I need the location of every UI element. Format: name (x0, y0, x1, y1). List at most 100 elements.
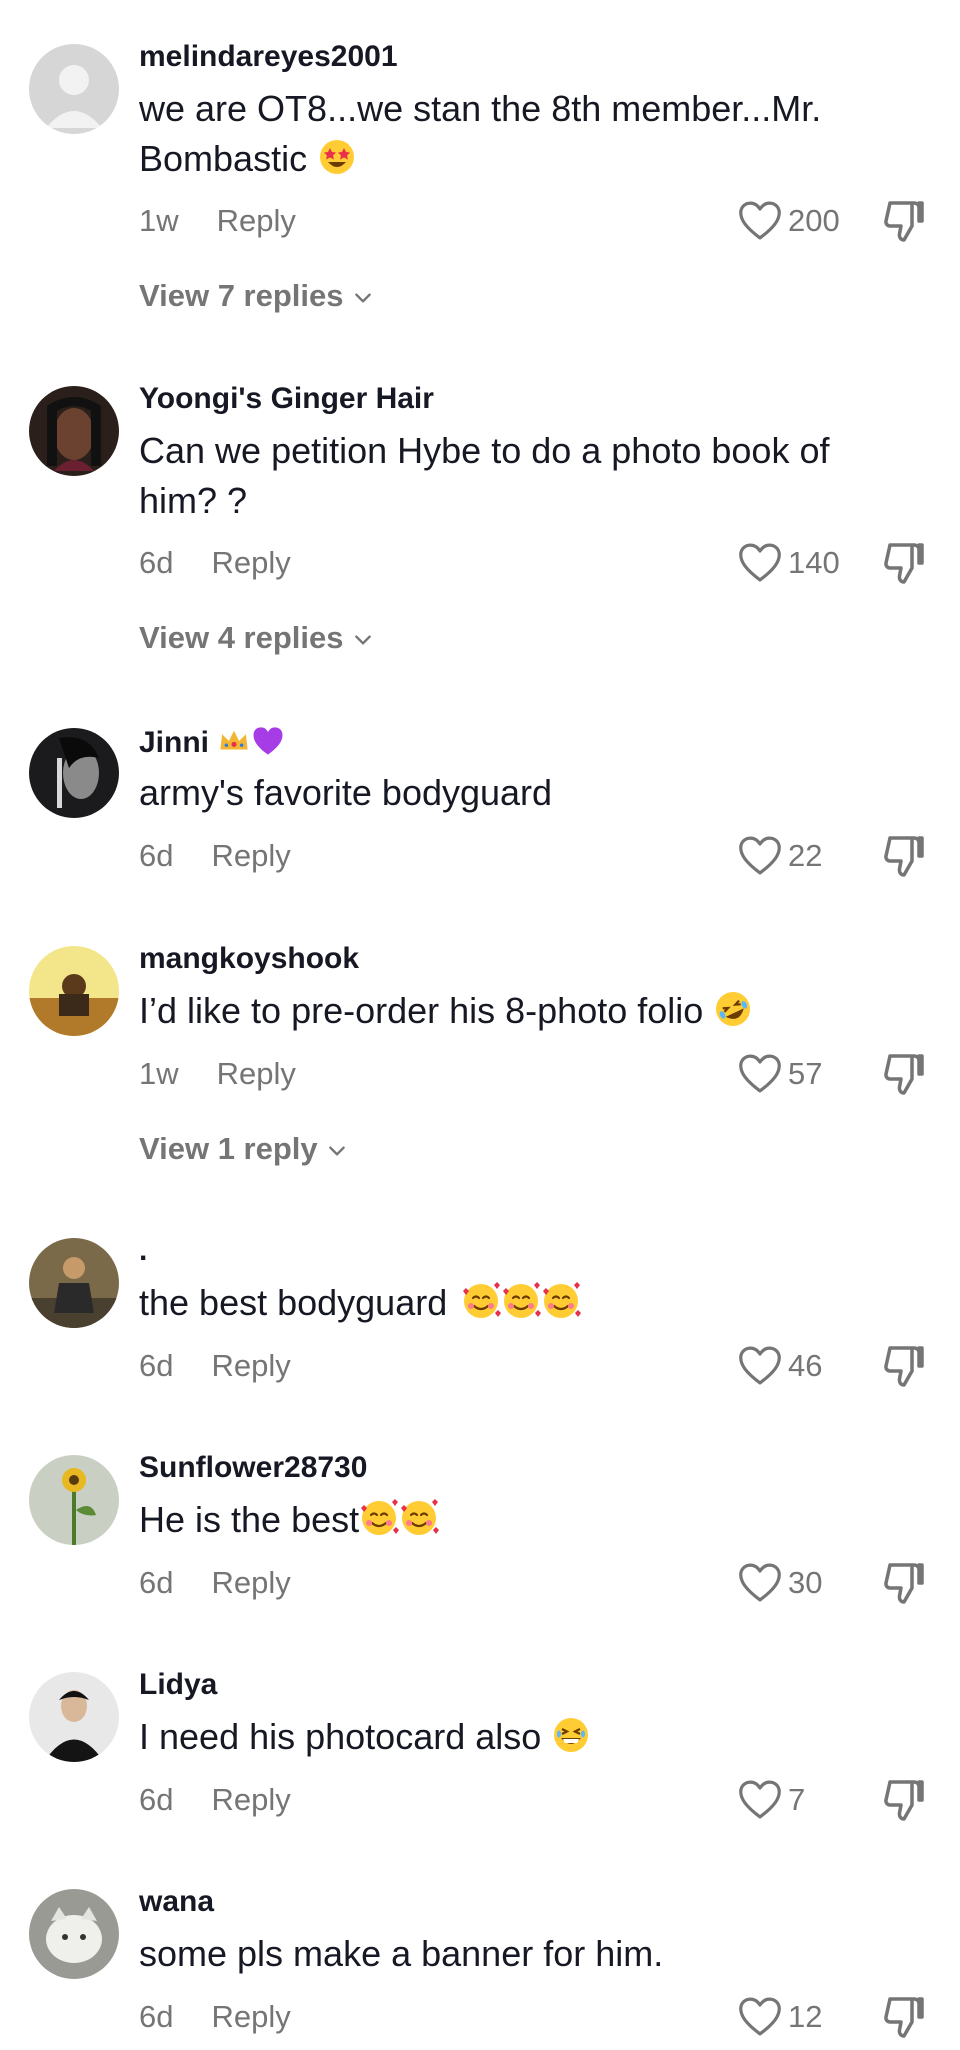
like-button[interactable]: 140 (738, 542, 840, 583)
reply-button[interactable]: Reply (217, 203, 296, 238)
dislike-button[interactable] (882, 1052, 926, 1101)
comment-username[interactable]: Jinni (139, 724, 285, 760)
comment-text: He is the best (139, 1495, 899, 1545)
heart-outline-icon (738, 1053, 782, 1094)
dislike-button[interactable] (882, 541, 926, 590)
comment-text: the best bodyguard (139, 1278, 899, 1328)
smiling-face-with-hearts-emoji-icon (359, 1498, 399, 1538)
chevron-down-icon (352, 287, 374, 309)
reply-button[interactable]: Reply (211, 1782, 290, 1817)
heart-outline-icon (738, 1345, 782, 1386)
star-struck-emoji-icon (317, 137, 357, 177)
chevron-down-icon (326, 1140, 348, 1162)
avatar[interactable] (29, 728, 119, 818)
heart-outline-icon (738, 1779, 782, 1820)
reply-button[interactable]: Reply (211, 1565, 290, 1600)
reply-button[interactable]: Reply (211, 1348, 290, 1383)
thumbs-down-icon (882, 1778, 926, 1822)
rolling-on-floor-laughing-emoji-icon (713, 989, 753, 1029)
smiling-face-with-hearts-emoji-icon (399, 1498, 439, 1538)
avatar[interactable] (29, 1455, 119, 1545)
avatar[interactable] (29, 1889, 119, 1979)
like-button[interactable]: 22 (738, 835, 822, 876)
comment-meta: 6d Reply (139, 1999, 291, 2035)
view-replies-label: View 7 replies (139, 278, 344, 313)
comment-username[interactable]: Sunflower28730 (139, 1451, 367, 1485)
comment-text-content: I’d like to pre-order his 8-photo folio (139, 990, 704, 1031)
comment-meta: 6d Reply (139, 1782, 291, 1818)
avatar[interactable] (29, 44, 119, 134)
purple-heart-icon (251, 724, 285, 758)
avatar[interactable] (29, 946, 119, 1036)
comment-username[interactable]: melindareyes2001 (139, 40, 398, 74)
like-count: 140 (788, 544, 840, 580)
like-count: 57 (788, 1055, 823, 1091)
smiling-face-with-hearts-emoji-icon (461, 1281, 501, 1321)
heart-outline-icon (738, 835, 782, 876)
dislike-button[interactable] (882, 1344, 926, 1393)
dislike-button[interactable] (882, 199, 926, 248)
avatar[interactable] (29, 1672, 119, 1762)
dislike-button[interactable] (882, 1778, 926, 1827)
dislike-button[interactable] (882, 1995, 926, 2044)
comment-age: 6d (139, 545, 174, 580)
comment-username[interactable]: mangkoyshook (139, 942, 359, 976)
smiling-face-with-hearts-emoji-icon (541, 1281, 581, 1321)
comment-text: I need his photocard also (139, 1712, 899, 1762)
heart-outline-icon (738, 1996, 782, 2037)
comment-username[interactable]: Lidya (139, 1668, 217, 1702)
thumbs-down-icon (882, 1052, 926, 1096)
comment-username[interactable]: . (139, 1234, 147, 1268)
comment-text-content: we are OT8...we stan the 8th member...Mr… (139, 88, 822, 179)
comment-text-content: I need his photocard also (139, 1716, 542, 1757)
comment-text-content: He is the best (139, 1499, 360, 1540)
dislike-button[interactable] (882, 834, 926, 883)
comment-age: 6d (139, 1565, 174, 1600)
reply-button[interactable]: Reply (211, 1999, 290, 2034)
comment-text: we are OT8...we stan the 8th member...Mr… (139, 84, 899, 184)
avatar[interactable] (29, 386, 119, 476)
grinning-squinting-face-emoji-icon (551, 1715, 591, 1755)
like-count: 30 (788, 1564, 823, 1600)
like-button[interactable]: 12 (738, 1996, 822, 2037)
like-button[interactable]: 57 (738, 1053, 822, 1094)
thumbs-down-icon (882, 1561, 926, 1605)
view-replies-button[interactable]: View 7 replies (139, 278, 374, 314)
reply-button[interactable]: Reply (217, 1056, 296, 1091)
thumbs-down-icon (882, 1344, 926, 1388)
like-count: 12 (788, 1998, 823, 2034)
like-button[interactable]: 7 (738, 1779, 805, 1820)
view-replies-button[interactable]: View 4 replies (139, 620, 374, 656)
comment-text: army's favorite bodyguard (139, 772, 553, 813)
reply-button[interactable]: Reply (211, 838, 290, 873)
comment-meta: 6d Reply (139, 1348, 291, 1384)
thumbs-down-icon (882, 1995, 926, 2039)
like-button[interactable]: 30 (738, 1562, 822, 1603)
like-button[interactable]: 46 (738, 1345, 822, 1386)
comment-meta: 1w Reply (139, 1056, 296, 1092)
view-replies-button[interactable]: View 1 reply (139, 1131, 348, 1167)
avatar[interactable] (29, 1238, 119, 1328)
dislike-button[interactable] (882, 1561, 926, 1610)
chevron-down-icon (352, 629, 374, 651)
comment-username[interactable]: wana (139, 1885, 214, 1919)
view-replies-label: View 1 reply (139, 1131, 318, 1166)
view-replies-label: View 4 replies (139, 620, 344, 655)
comment-meta: 6d Reply (139, 545, 291, 581)
comment-meta: 6d Reply (139, 838, 291, 874)
thumbs-down-icon (882, 834, 926, 878)
thumbs-down-icon (882, 541, 926, 585)
comment-username[interactable]: Yoongi's Ginger Hair (139, 382, 434, 416)
comment-age: 6d (139, 838, 174, 873)
heart-outline-icon (738, 542, 782, 583)
comment-age: 6d (139, 1348, 174, 1383)
heart-outline-icon (738, 1562, 782, 1603)
reply-button[interactable]: Reply (211, 545, 290, 580)
comment-text-content: the best bodyguard (139, 1282, 448, 1323)
comment-text: some pls make a banner for him. (139, 1933, 664, 1974)
like-button[interactable]: 200 (738, 200, 840, 241)
thumbs-down-icon (882, 199, 926, 243)
heart-outline-icon (738, 200, 782, 241)
comment-age: 6d (139, 1999, 174, 2034)
smiling-face-with-hearts-emoji-icon (501, 1281, 541, 1321)
